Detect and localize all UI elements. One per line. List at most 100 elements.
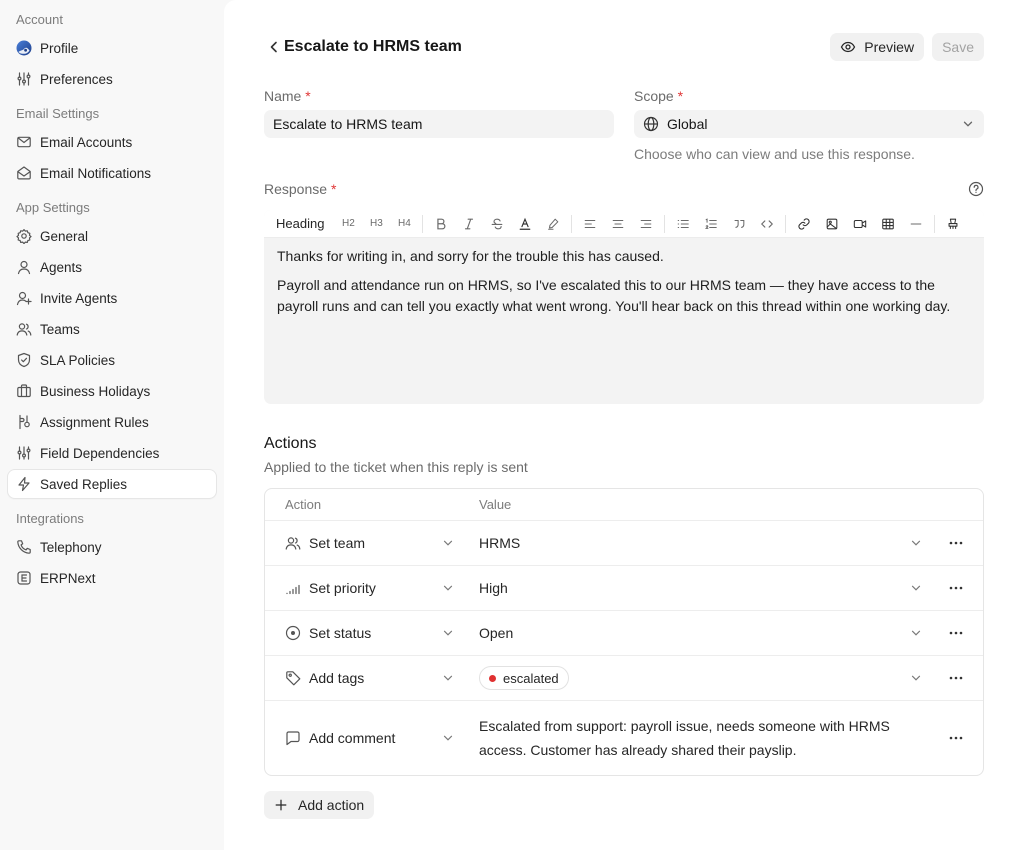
action-type-select[interactable]: Add tags [265,670,479,686]
action-tags-select[interactable]: escalated [479,666,929,690]
action-type-select[interactable]: Set status [265,625,479,641]
sidebar-item-label: Profile [40,40,79,56]
table-icon[interactable] [874,210,902,237]
sidebar-item-label: ERPNext [40,570,96,586]
more-options-button[interactable] [929,535,983,551]
action-row-add-tags: Add tags escalated [265,655,983,700]
avatar-icon [16,40,32,56]
help-icon[interactable] [968,181,984,197]
more-horizontal-icon [948,580,964,596]
bullet-list-icon[interactable] [669,210,697,237]
align-left-icon[interactable] [576,210,604,237]
sidebar-item-teams[interactable]: Teams [8,315,216,343]
action-comment-input[interactable]: Escalated from support: payroll issue, n… [479,714,929,762]
scope-field-group: Scope * Global Choose who can view and u… [634,87,984,162]
editor-content[interactable]: Thanks for writing in, and sorry for the… [264,238,984,325]
action-value-select[interactable]: HRMS [479,535,929,551]
align-center-icon[interactable] [604,210,632,237]
sidebar-item-profile[interactable]: Profile [8,34,216,62]
name-input[interactable]: Escalate to HRMS team [264,110,614,138]
more-options-button[interactable] [929,730,983,746]
tag-chip[interactable]: escalated [479,666,569,690]
user-plus-icon [16,290,32,306]
chevron-down-icon [441,626,455,640]
signal-bars-icon [285,580,301,596]
name-value: Escalate to HRMS team [273,116,423,132]
chevron-down-icon [441,671,455,685]
chevron-down-icon [441,581,455,595]
image-icon[interactable] [818,210,846,237]
blockquote-icon[interactable] [725,210,753,237]
name-field-group: Name * Escalate to HRMS team [264,87,614,138]
comment-icon [285,730,301,746]
col-value-header: Value [479,497,512,512]
more-horizontal-icon [948,730,964,746]
sidebar-item-telephony[interactable]: Telephony [8,533,216,561]
scope-select[interactable]: Global [634,110,984,138]
preview-button[interactable]: Preview [830,33,925,61]
h2-button[interactable]: H2 [334,210,362,237]
sidebar-section-title: Integrations [16,511,84,526]
action-value: Open [479,625,514,641]
sidebar-item-label: Preferences [40,71,113,87]
link-icon[interactable] [790,210,818,237]
strikethrough-icon[interactable] [483,210,511,237]
tag-label: escalated [503,670,559,686]
more-options-button[interactable] [929,670,983,686]
video-icon[interactable] [846,210,874,237]
scope-value: Global [667,116,708,132]
settings-sidebar: Account Profile Preferences Email Settings E… [0,0,224,850]
sidebar-item-agents[interactable]: Agents [8,253,216,281]
action-type-select[interactable]: Set team [265,535,479,551]
shield-check-icon [16,352,32,368]
more-options-button[interactable] [929,625,983,641]
more-horizontal-icon [948,625,964,641]
sidebar-section: Account Profile Preferences [0,10,224,93]
action-value-select[interactable]: Open [479,625,929,641]
action-row-set-status: Set status Open [265,610,983,655]
page-header: Escalate to HRMS team Preview Save [264,32,984,62]
sidebar-item-business-holidays[interactable]: Business Holidays [8,377,216,405]
action-value-select[interactable]: High [479,580,929,596]
save-button[interactable]: Save [932,33,984,61]
italic-icon[interactable] [455,210,483,237]
back-button[interactable] [264,37,284,57]
chevron-down-icon [961,117,975,131]
tag-icon [285,670,301,686]
sidebar-item-email-notifications[interactable]: Email Notifications [8,159,216,187]
eye-icon [840,39,856,55]
font-color-icon[interactable] [511,210,539,237]
response-editor[interactable]: Heading H2 H3 H4 Thanks for writing in, … [264,210,984,404]
actions-subtitle: Applied to the ticket when this reply is… [264,459,528,475]
clear-format-icon[interactable] [939,210,967,237]
comment-text: Escalated from support: payroll issue, n… [479,718,890,758]
sidebar-item-email-accounts[interactable]: Email Accounts [8,128,216,156]
bold-icon[interactable] [427,210,455,237]
sidebar-item-saved-replies[interactable]: Saved Replies [8,470,216,498]
numbered-list-icon[interactable] [697,210,725,237]
sidebar-item-general[interactable]: General [8,222,216,250]
h4-button[interactable]: H4 [390,210,418,237]
heading-dropdown[interactable]: Heading [264,216,334,231]
highlighter-icon[interactable] [539,210,567,237]
globe-icon [643,116,659,132]
toolbar-divider [422,214,424,233]
h3-button[interactable]: H3 [362,210,390,237]
sidebar-item-invite-agents[interactable]: Invite Agents [8,284,216,312]
sidebar-item-assignment-rules[interactable]: Assignment Rules [8,408,216,436]
editor-toolbar: Heading H2 H3 H4 [264,210,984,238]
sidebar-item-field-dependencies[interactable]: Field Dependencies [8,439,216,467]
code-icon[interactable] [753,210,781,237]
align-right-icon[interactable] [632,210,660,237]
name-label: Name * [264,88,311,104]
sidebar-item-erpnext[interactable]: ERPNext [8,564,216,592]
action-type-select[interactable]: Add comment [265,730,479,746]
sidebar-item-sla-policies[interactable]: SLA Policies [8,346,216,374]
sidebar-item-preferences[interactable]: Preferences [8,65,216,93]
response-paragraph: Thanks for writing in, and sorry for the… [277,248,664,264]
add-action-button[interactable]: Add action [264,791,375,819]
toolbar-divider [785,214,787,233]
action-type-select[interactable]: Set priority [265,580,479,596]
horizontal-rule-icon[interactable] [902,210,930,237]
more-options-button[interactable] [929,580,983,596]
